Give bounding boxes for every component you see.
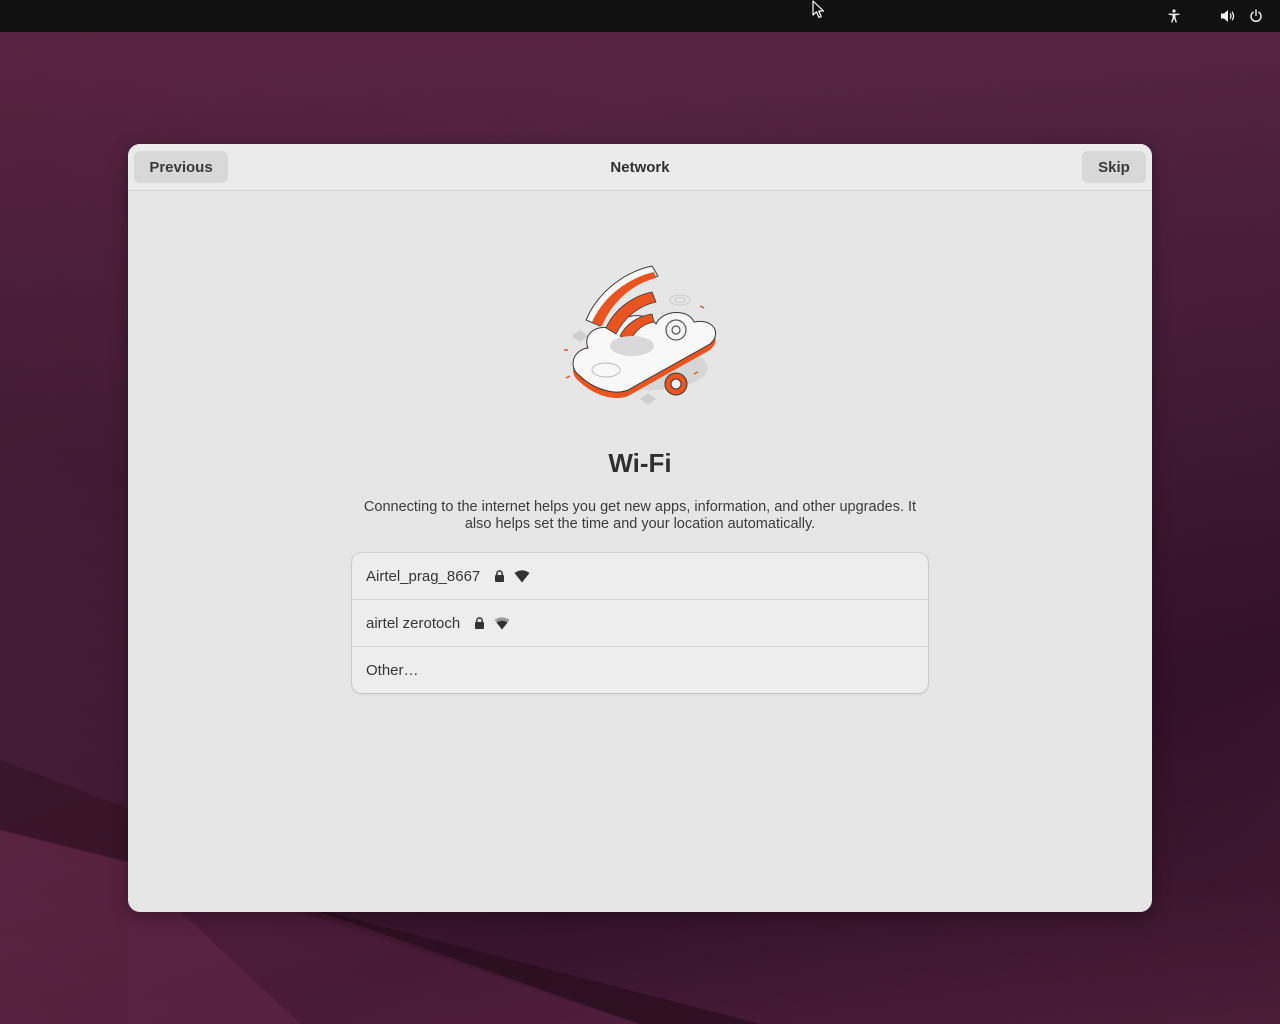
wifi-signal-good-icon (494, 616, 510, 630)
accessibility-icon[interactable] (1164, 6, 1184, 26)
wifi-signal-full-icon (514, 569, 530, 583)
wifi-cloud-illustration (564, 265, 716, 405)
lock-icon (472, 616, 486, 630)
other-network-row[interactable]: Other… (352, 647, 928, 693)
top-bar (0, 0, 1280, 32)
window-title: Network (610, 158, 670, 176)
volume-icon[interactable] (1218, 6, 1238, 26)
network-ssid: Airtel_prag_8667 (366, 567, 481, 585)
other-network-label: Other… (366, 661, 419, 679)
mouse-cursor-icon (812, 0, 825, 19)
lock-icon (492, 569, 506, 583)
previous-button[interactable]: Previous (134, 151, 228, 183)
network-ssid: airtel zerotoch (366, 614, 461, 632)
setup-window: Previous Network Skip Wi-Fi Connecting t… (128, 144, 1152, 912)
power-icon[interactable] (1246, 6, 1266, 26)
page-description: Connecting to the internet helps you get… (363, 499, 917, 532)
network-list: Airtel_prag_8667 airtel zerotoch Other… (352, 553, 928, 693)
skip-button[interactable]: Skip (1082, 151, 1146, 183)
page-heading: Wi-Fi (608, 448, 672, 478)
network-row[interactable]: Airtel_prag_8667 (352, 553, 928, 600)
network-row[interactable]: airtel zerotoch (352, 600, 928, 647)
header-bar: Previous Network Skip (128, 144, 1152, 191)
